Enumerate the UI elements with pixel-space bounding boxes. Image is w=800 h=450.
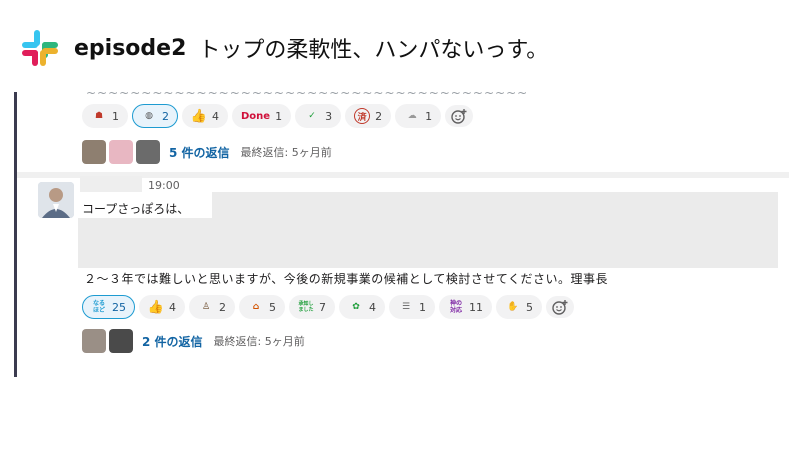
message-text: コープさっぽろは、 xyxy=(82,202,190,216)
cut-off-message-text: ~~~~~~~~~~~~~~~~~~~~~~~~~~~~~~~~~~~~~~~~ xyxy=(86,92,529,100)
add-reaction-button[interactable] xyxy=(445,105,474,127)
thumbs-up-icon: 👍 xyxy=(190,108,208,124)
reaction-sheep[interactable]: ☁ 1 xyxy=(395,104,442,128)
reply-count-link[interactable]: 5 件の返信 xyxy=(169,144,230,161)
redacted-username xyxy=(80,176,142,192)
avatar xyxy=(82,140,106,164)
reaction-house[interactable]: ⌂ 5 xyxy=(239,295,285,319)
reaction-naruhodo[interactable]: なるほど 25 xyxy=(82,295,135,319)
reaction-sumi[interactable]: 済 2 xyxy=(345,104,392,128)
reaction-kakunin[interactable]: ☰ 1 xyxy=(389,295,435,319)
thread-summary[interactable]: 2 件の返信 最終返信: 5ヶ月前 xyxy=(82,329,305,353)
avatar xyxy=(82,329,106,353)
slack-screenshot: ~~~~~~~~~~~~~~~~~~~~~~~~~~~~~~~~~~~~~~~~… xyxy=(14,92,789,377)
iine-emoji-icon: ✓ xyxy=(308,111,316,121)
avatar[interactable] xyxy=(38,182,74,218)
house-emoji-icon: ⌂ xyxy=(252,302,260,312)
naruhodo-emoji-icon: なるほど xyxy=(92,300,105,314)
slide-title: episode2 xyxy=(74,35,187,61)
reaction-thumbs-up[interactable]: 👍 4 xyxy=(182,104,228,128)
applause-emoji-icon: ✋ xyxy=(507,302,519,312)
left-border xyxy=(14,92,17,377)
redacted-message-area xyxy=(212,192,778,268)
reaction-arigatou[interactable]: ✿ 4 xyxy=(339,295,385,319)
reaction-penguin[interactable]: ◍ 2 xyxy=(132,104,178,128)
add-emoji-icon xyxy=(451,109,467,124)
kami-taiou-emoji-icon: 神の対応 xyxy=(449,300,462,314)
last-reply-time: 最終返信: 5ヶ月前 xyxy=(213,335,305,348)
sheep-emoji-icon: ☁ xyxy=(407,111,417,121)
add-reaction-button[interactable] xyxy=(546,296,574,318)
penguin-emoji-icon: ◍ xyxy=(145,111,153,121)
avatar xyxy=(109,329,133,353)
curry-emoji-icon: ☗ xyxy=(94,111,104,121)
last-reply-time: 最終返信: 5ヶ月前 xyxy=(240,146,332,159)
reaction-row: なるほど 25 👍 4 ♙ 2 ⌂ 5 承知しました 7 ✿ 4 ☰ 1 神の対… xyxy=(82,295,574,319)
reaction-shouchi[interactable]: 承知しました 7 xyxy=(289,295,335,319)
slide-header: episode2 トップの柔軟性、ハンパないっす。 xyxy=(20,28,548,68)
reaction-bowing[interactable]: ♙ 2 xyxy=(189,295,235,319)
sumi-emoji-icon: 済 xyxy=(354,108,371,124)
slide-subtitle: トップの柔軟性、ハンパないっす。 xyxy=(198,38,549,63)
avatar xyxy=(136,140,160,164)
message-timestamp[interactable]: 19:00 xyxy=(148,179,180,192)
reaction-curry[interactable]: ☗ 1 xyxy=(82,104,128,128)
reaction-applause[interactable]: ✋ 5 xyxy=(496,295,542,319)
shouchi-emoji-icon: 承知しました xyxy=(298,301,314,313)
reaction-row: ☗ 1 ◍ 2 👍 4 Done 1 ✓ 3 済 2 ☁ 1 xyxy=(82,104,474,128)
redacted-message-area xyxy=(78,218,212,268)
reaction-iine[interactable]: ✓ 3 xyxy=(295,104,342,128)
reaction-thumbs-up[interactable]: 👍 4 xyxy=(139,295,185,319)
thumbs-up-icon: 👍 xyxy=(147,299,165,315)
slack-logo-icon xyxy=(22,30,58,66)
add-emoji-icon xyxy=(552,300,568,315)
person-photo-icon xyxy=(38,182,74,218)
message-text: ２～３年では難しいと思いますが、今後の新規事業の候補として検討させてください。理… xyxy=(84,272,609,286)
thread-summary[interactable]: 5 件の返信 最終返信: 5ヶ月前 xyxy=(82,140,332,164)
reaction-done[interactable]: Done 1 xyxy=(232,104,292,128)
person-bowing-icon: ♙ xyxy=(201,302,211,312)
kakunin-emoji-icon: ☰ xyxy=(401,302,411,312)
avatar xyxy=(109,140,133,164)
reaction-kami-taiou[interactable]: 神の対応 11 xyxy=(439,295,492,319)
arigatou-emoji-icon: ✿ xyxy=(352,302,360,312)
done-emoji-icon: Done xyxy=(241,110,271,122)
reply-count-link[interactable]: 2 件の返信 xyxy=(142,333,203,350)
